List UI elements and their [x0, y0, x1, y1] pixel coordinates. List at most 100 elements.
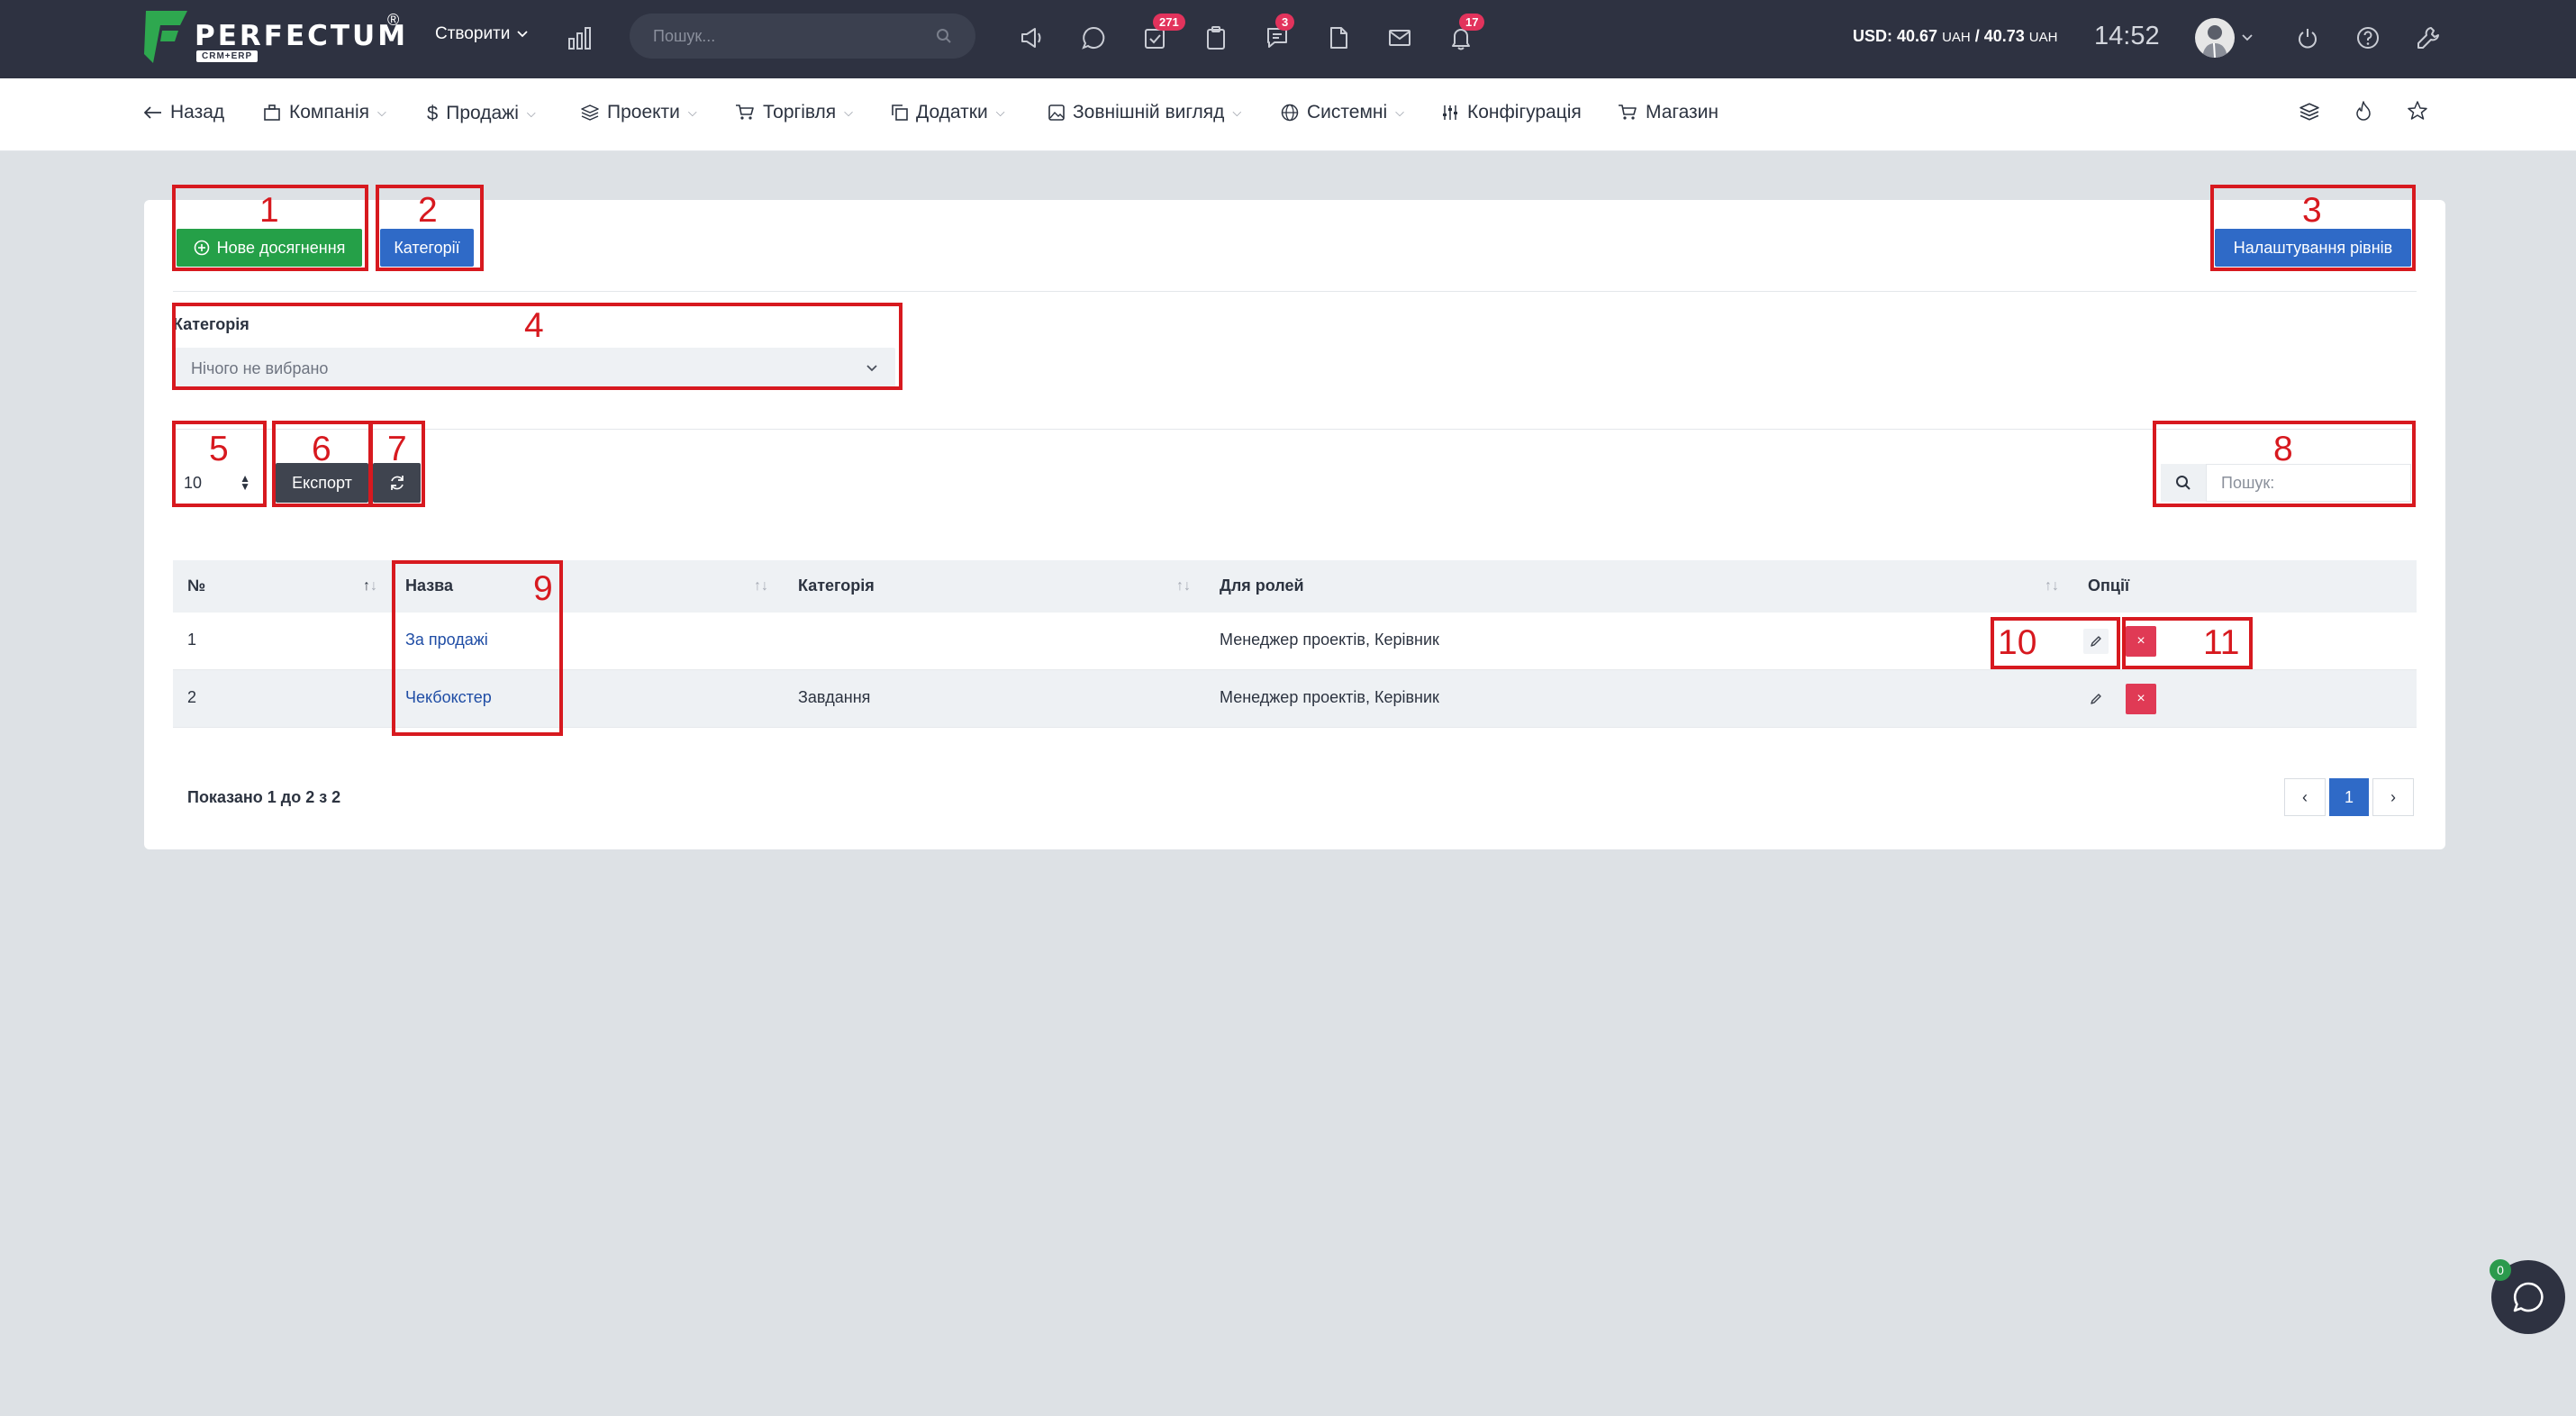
annotation-label: 6: [312, 430, 331, 468]
globe-icon: [1281, 104, 1299, 122]
nav-projects[interactable]: Проекти ⌵: [581, 102, 697, 123]
sort-icon[interactable]: ↑↓: [1176, 578, 1191, 595]
divider: [173, 291, 2417, 292]
nav-company-label: Компанія: [289, 102, 370, 123]
nav-projects-label: Проекти: [607, 102, 680, 123]
messages-badge: 3: [1275, 14, 1295, 31]
nav-shop[interactable]: Магазин: [1618, 102, 1719, 123]
nav-addons[interactable]: Додатки ⌵: [892, 102, 1005, 123]
power-icon[interactable]: [2290, 20, 2326, 56]
avatar[interactable]: [2195, 18, 2235, 58]
chevron-down-icon: ⌵: [995, 105, 1005, 119]
building-icon: [264, 104, 280, 121]
clipboard-icon[interactable]: [1198, 20, 1234, 56]
tasks-badge: 271: [1153, 14, 1185, 31]
pagination-prev[interactable]: ‹: [2284, 778, 2326, 816]
col-number[interactable]: №: [187, 576, 205, 595]
document-icon[interactable]: [1320, 20, 1356, 56]
messages-icon[interactable]: 3: [1259, 14, 1295, 56]
annotation-label: 9: [533, 569, 553, 608]
search-icon: [937, 29, 951, 43]
nav-back-label: Назад: [170, 102, 225, 123]
nav-sales-label: Продажі: [446, 103, 519, 123]
layers-icon[interactable]: [2299, 103, 2319, 121]
nav-trade-label: Торгівля: [763, 102, 837, 123]
dollar-icon: $: [427, 102, 439, 124]
brand-subtitle: CRM+ERP: [196, 50, 259, 62]
row-roles: Менеджер проектів, Керівник: [1220, 688, 1439, 706]
help-icon[interactable]: [2350, 20, 2386, 56]
brand-registered: ®: [387, 11, 400, 29]
annotation-label: 2: [418, 191, 438, 230]
nav-appearance-label: Зовнішній вигляд: [1073, 102, 1225, 123]
chevron-down-icon: [517, 31, 529, 38]
chevron-down-icon[interactable]: [2237, 20, 2257, 56]
create-label: Створити: [435, 24, 511, 43]
row-number: 1: [187, 631, 197, 649]
nav-back[interactable]: Назад: [144, 102, 224, 123]
chevron-down-icon: ⌵: [1232, 105, 1242, 119]
chevron-down-icon: ⌵: [377, 105, 386, 119]
fire-icon[interactable]: [2354, 101, 2372, 121]
chat-bubble-icon: [2513, 1282, 2544, 1312]
annotation-label: 10: [1998, 623, 2037, 662]
sort-icon[interactable]: ↑↓: [2045, 578, 2059, 595]
table-info: Показано 1 до 2 з 2: [187, 788, 341, 806]
divider: [173, 429, 2417, 430]
chevron-down-icon: ⌵: [687, 105, 697, 119]
chat-bubble-icon[interactable]: [1075, 20, 1111, 56]
global-search-input[interactable]: Пошук...: [630, 14, 975, 59]
delete-button[interactable]: ×: [2126, 684, 2156, 714]
arrow-left-icon: [144, 106, 161, 119]
chevron-down-icon: ⌵: [1395, 105, 1405, 119]
nav-trade[interactable]: Торгівля ⌵: [735, 102, 853, 123]
nav-config[interactable]: Конфігурація: [1441, 102, 1582, 123]
pagination-next[interactable]: ›: [2372, 778, 2414, 816]
bell-icon[interactable]: 17: [1443, 14, 1485, 56]
create-dropdown[interactable]: Створити: [435, 24, 529, 44]
wrench-icon[interactable]: [2410, 20, 2446, 56]
megaphone-icon[interactable]: [1014, 20, 1050, 56]
col-roles[interactable]: Для ролей: [1220, 576, 1304, 595]
nav-company[interactable]: Компанія ⌵: [263, 102, 386, 123]
col-category[interactable]: Категорія: [798, 576, 875, 595]
cart-icon: [736, 104, 754, 120]
annotation-label: 8: [2273, 430, 2293, 468]
row-category: Завдання: [798, 688, 871, 706]
currency-rate-2: / 40.73: [1970, 27, 2025, 45]
brand-name: PERFECTUM: [195, 20, 409, 52]
currency-unit-2: UAH: [2028, 30, 2058, 45]
close-icon: ×: [2136, 691, 2145, 706]
clock: 14:52: [2094, 22, 2160, 50]
currency-usd: USD: 40.67: [1853, 27, 1938, 45]
bar-chart-icon[interactable]: [562, 20, 598, 56]
nav-appearance[interactable]: Зовнішній вигляд ⌵: [1048, 102, 1241, 123]
copy-icon: [892, 104, 908, 121]
annotation-label: 11: [2203, 623, 2240, 662]
row-roles: Менеджер проектів, Керівник: [1220, 631, 1439, 649]
sliders-icon: [1443, 105, 1457, 120]
cart-icon: [1619, 104, 1637, 120]
tasks-icon[interactable]: 271: [1137, 14, 1185, 56]
chevron-down-icon: ⌵: [844, 105, 854, 119]
sort-asc-icon[interactable]: ↑↓: [363, 578, 377, 595]
pagination-page[interactable]: 1: [2329, 778, 2369, 816]
star-icon[interactable]: [2408, 101, 2427, 121]
edit-button[interactable]: [2083, 686, 2109, 712]
nav-system[interactable]: Системні ⌵: [1281, 102, 1404, 123]
nav-config-label: Конфігурація: [1467, 102, 1582, 123]
main-card: [144, 200, 2445, 849]
nav-sales[interactable]: $ Продажі ⌵: [427, 102, 536, 125]
global-search-placeholder: Пошук...: [653, 26, 716, 45]
mail-icon[interactable]: [1382, 20, 1418, 56]
image-icon: [1048, 104, 1065, 121]
nav-addons-label: Додатки: [916, 102, 988, 123]
annotation-label: 7: [387, 430, 407, 468]
annotation-label: 4: [524, 306, 544, 345]
row-number: 2: [187, 688, 197, 706]
notifications-badge: 17: [1459, 14, 1485, 31]
nav-shop-label: Магазин: [1646, 102, 1719, 123]
chevron-down-icon: ⌵: [526, 106, 536, 120]
annotation-label: 5: [209, 430, 229, 468]
sort-icon[interactable]: ↑↓: [754, 578, 768, 595]
